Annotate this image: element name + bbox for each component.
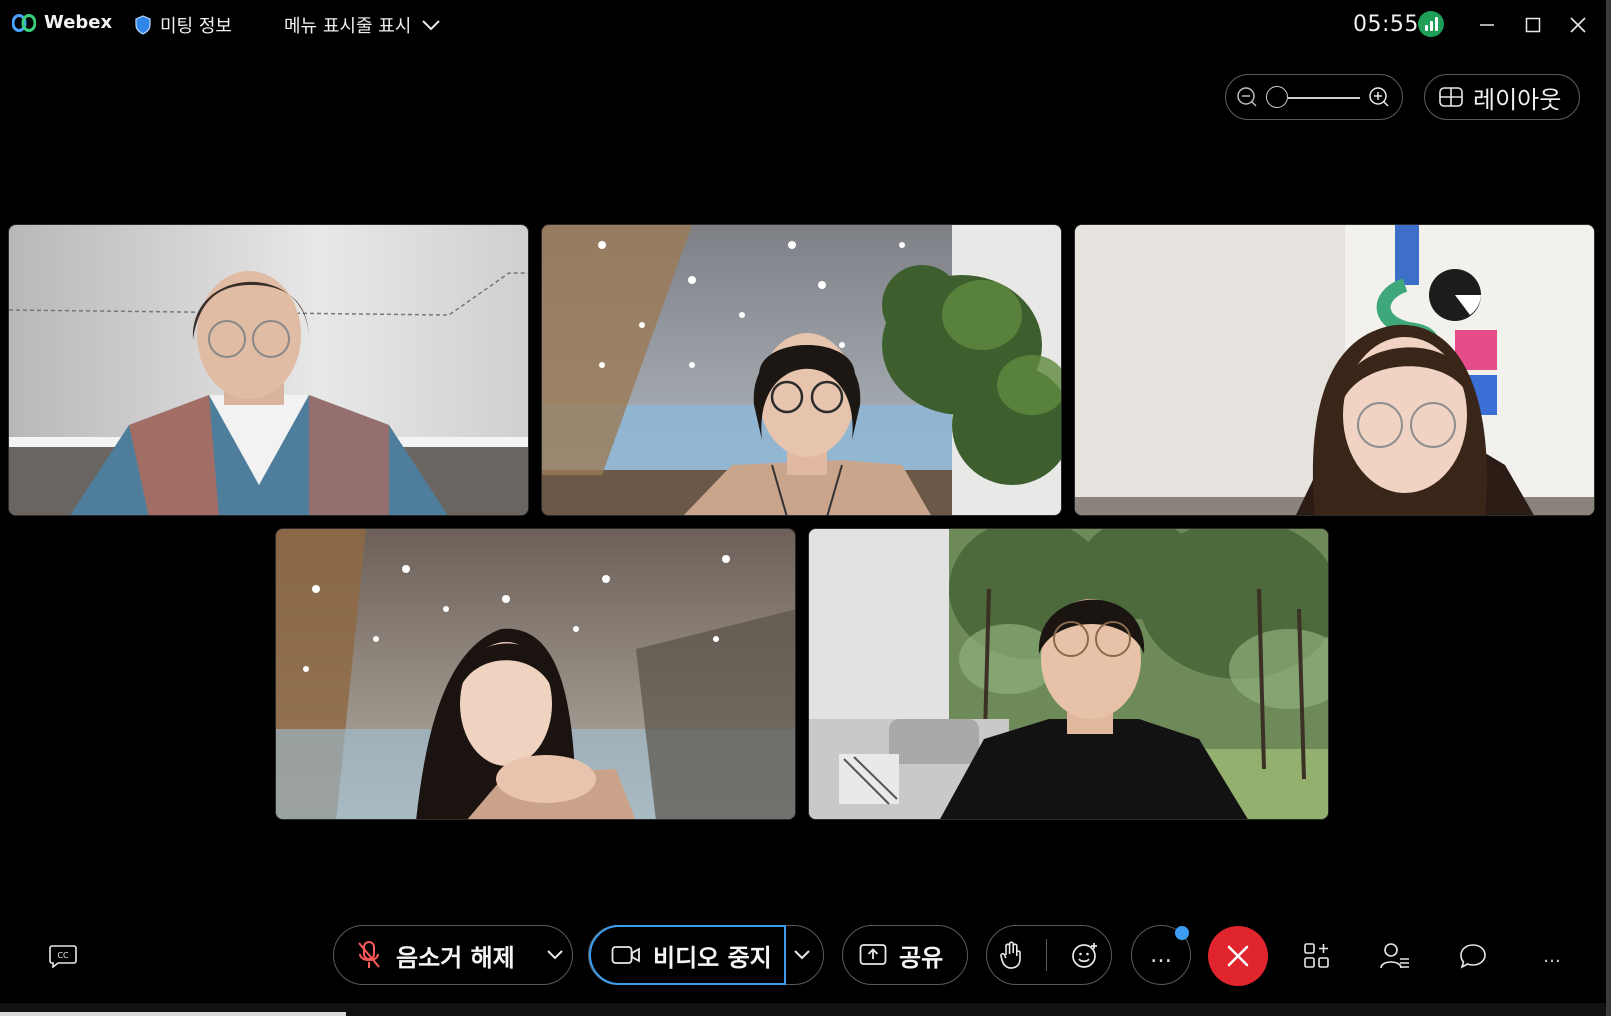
taskbar-indicator <box>0 1012 346 1016</box>
unmute-button[interactable]: 음소거 해제 <box>334 938 530 973</box>
close-icon[interactable] <box>1563 10 1593 40</box>
network-signal-icon[interactable] <box>1418 11 1444 37</box>
svg-text:CC: CC <box>57 951 69 960</box>
video-camera-icon <box>611 944 641 966</box>
closed-captions-icon[interactable]: CC <box>47 940 79 972</box>
minimize-icon[interactable] <box>1472 10 1502 40</box>
layout-label: 레이아웃 <box>1473 85 1562 114</box>
share-screen-icon <box>859 943 887 967</box>
stop-video-button[interactable]: 비디오 중지 <box>589 925 786 985</box>
participant-video-2 <box>542 225 1061 515</box>
close-x-icon <box>1227 945 1249 967</box>
unmute-label: 음소거 해제 <box>396 943 515 972</box>
share-button[interactable]: 공유 <box>842 925 968 985</box>
app-name: Webex <box>44 12 113 33</box>
participant-video-tile[interactable] <box>8 224 529 516</box>
notification-dot <box>1175 926 1189 940</box>
zoom-out-icon[interactable] <box>1236 86 1258 112</box>
meeting-info-label: 미팅 정보 <box>160 16 232 37</box>
participant-video-tile[interactable] <box>275 528 796 820</box>
meeting-clock: 05:55 <box>1353 12 1419 37</box>
stop-video-label: 비디오 중지 <box>653 943 772 972</box>
layout-grid-icon <box>1439 87 1463 107</box>
show-menu-bar-label: 메뉴 표시줄 표시 <box>284 16 412 37</box>
participants-icon[interactable] <box>1379 940 1411 972</box>
participant-video-3 <box>1075 225 1594 515</box>
more-options-glyph: … <box>1150 942 1172 968</box>
leave-meeting-button[interactable] <box>1208 926 1268 986</box>
reactions-emoji-icon[interactable] <box>1071 941 1099 969</box>
unmute-control: 음소거 해제 <box>333 925 573 985</box>
layout-button[interactable]: 레이아웃 <box>1424 74 1580 120</box>
webex-brand: Webex <box>12 12 112 33</box>
participant-video-5 <box>809 529 1328 819</box>
participant-video-tile[interactable] <box>541 224 1062 516</box>
participant-video-1 <box>9 225 528 515</box>
zoom-slider-track[interactable] <box>1288 97 1360 99</box>
show-menu-bar-button[interactable]: 메뉴 표시줄 표시 <box>284 12 441 38</box>
overflow-menu-button[interactable]: … <box>1536 940 1568 972</box>
overflow-menu-glyph: … <box>1543 945 1561 967</box>
video-options-chevron-icon[interactable] <box>793 949 811 961</box>
apps-icon[interactable] <box>1301 940 1333 972</box>
maximize-icon[interactable] <box>1518 10 1548 40</box>
webex-logo-icon <box>12 13 36 32</box>
window-edge <box>1606 0 1611 1016</box>
reactions-divider <box>1046 939 1048 971</box>
title-bar: Webex 미팅 정보 메뉴 표시줄 표시 05:55 <box>0 0 1611 52</box>
raise-hand-icon[interactable] <box>999 941 1023 969</box>
audio-options-chevron-icon[interactable] <box>546 949 564 961</box>
participant-video-tile[interactable] <box>808 528 1329 820</box>
chevron-down-icon <box>421 19 441 31</box>
zoom-in-icon[interactable] <box>1368 86 1390 112</box>
taskbar-strip <box>0 1003 1611 1016</box>
participant-video-tile[interactable] <box>1074 224 1595 516</box>
chat-icon[interactable] <box>1457 940 1489 972</box>
zoom-control <box>1225 74 1403 120</box>
microphone-muted-icon <box>356 940 382 970</box>
participant-video-4 <box>276 529 795 819</box>
webex-meeting-window: Webex 미팅 정보 메뉴 표시줄 표시 05:55 레이아웃 CC 음소거 … <box>0 0 1611 1016</box>
zoom-slider-thumb[interactable] <box>1266 86 1288 108</box>
video-control: 비디오 중지 <box>588 925 824 985</box>
meeting-info-button[interactable]: 미팅 정보 <box>134 12 232 38</box>
shield-icon <box>134 15 152 35</box>
share-label: 공유 <box>899 943 944 972</box>
hand-reactions-group <box>986 925 1112 985</box>
